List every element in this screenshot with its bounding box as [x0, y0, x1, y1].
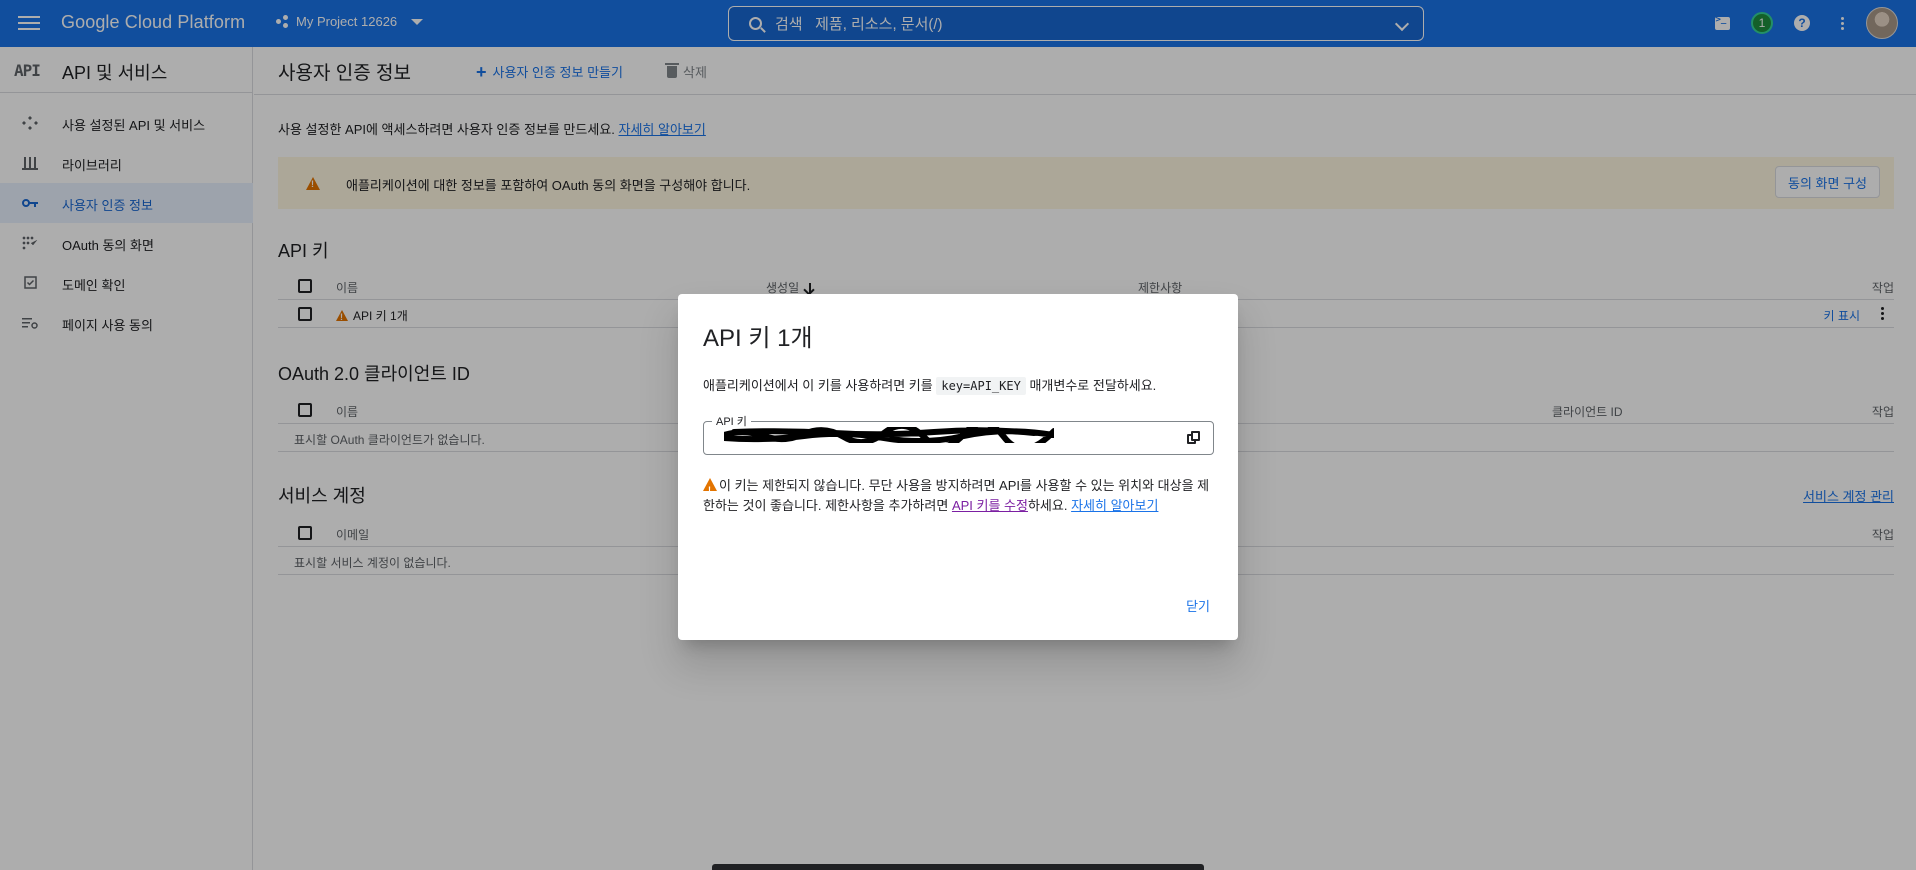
redaction-scribble [724, 427, 1054, 443]
api-key-field[interactable]: API 키 [703, 413, 1214, 455]
unrestricted-key-warning: 이 키는 제한되지 않습니다. 무단 사용을 방지하려면 API를 사용할 수 … [703, 476, 1215, 516]
learn-more-link[interactable]: 자세히 알아보기 [1071, 498, 1158, 513]
close-button[interactable]: 닫기 [1186, 596, 1210, 615]
dialog-description: 애플리케이션에서 이 키를 사용하려면 키를 key=API_KEY 매개변수로… [703, 375, 1157, 395]
bottom-toolbar [712, 864, 1204, 870]
desc-after: 매개변수로 전달하세요. [1029, 378, 1157, 393]
warning-icon [703, 478, 717, 500]
edit-api-key-link[interactable]: API 키를 수정 [952, 498, 1028, 513]
copy-icon[interactable] [1187, 431, 1201, 445]
desc-before: 애플리케이션에서 이 키를 사용하려면 키를 [703, 378, 933, 393]
api-key-dialog: API 키 1개 애플리케이션에서 이 키를 사용하려면 키를 key=API_… [678, 294, 1238, 640]
param-code: key=API_KEY [936, 377, 1026, 395]
warn-mid: 하세요. [1027, 498, 1068, 513]
dialog-title: API 키 1개 [703, 325, 813, 352]
